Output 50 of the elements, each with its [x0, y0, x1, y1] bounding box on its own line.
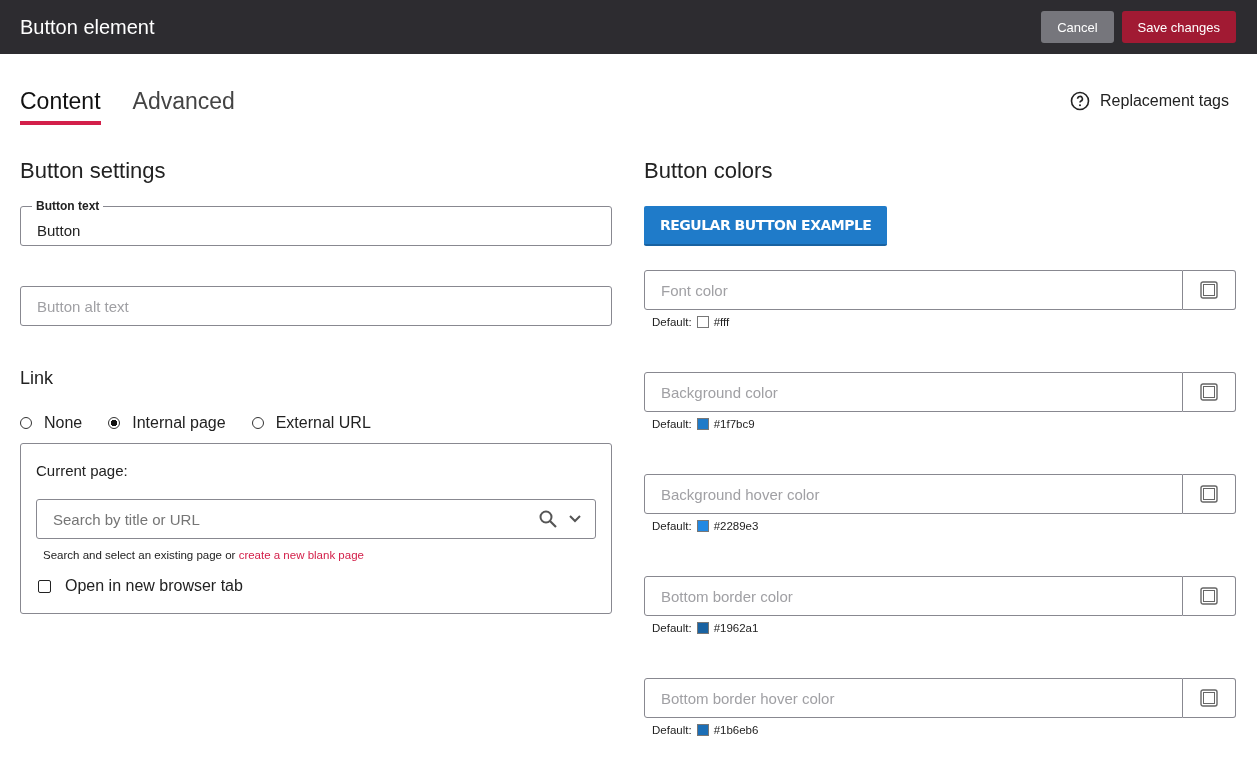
color-field[interactable]: Background color — [644, 372, 1183, 412]
link-option[interactable]: None — [20, 414, 83, 432]
color-picker-button[interactable] — [1183, 474, 1236, 514]
new-tab-option[interactable]: Open in new browser tab — [36, 577, 596, 595]
default-value: #1b6eb6 — [713, 724, 759, 736]
default-label: Default: — [652, 316, 692, 328]
checkbox[interactable] — [38, 579, 51, 593]
page-search-field[interactable]: Search by title or URL — [36, 499, 596, 539]
default-value: #2289e3 — [713, 520, 759, 532]
default-label: Default: — [652, 520, 692, 532]
section-heading: Button colors — [644, 158, 774, 184]
color-field[interactable]: Bottom border color — [644, 576, 1183, 616]
help-icon — [1070, 91, 1091, 111]
color-field[interactable]: Bottom border hover color — [644, 678, 1183, 718]
chevron-down-icon — [568, 514, 582, 524]
header-button[interactable]: Cancel — [1041, 11, 1114, 43]
default-value: #1f7bc9 — [713, 418, 755, 430]
default-label: Default: — [652, 622, 692, 634]
search-hint: Search and select an existing page or create a new blank page — [43, 549, 365, 561]
header-button[interactable]: Save changes — [1121, 11, 1236, 43]
square-icon — [1200, 383, 1218, 401]
link-option[interactable]: External URL — [251, 414, 371, 432]
section-heading: Button settings — [20, 158, 167, 184]
window-title: Button element — [20, 15, 155, 39]
replacement-tags-link[interactable]: Replacement tags — [1070, 91, 1229, 111]
field-label: Button text — [32, 199, 104, 213]
alt-text-field[interactable]: Button alt text — [20, 286, 612, 326]
tab[interactable]: Advanced — [132, 88, 235, 125]
square-icon — [1200, 587, 1218, 605]
create-page-link[interactable]: create a new blank page — [238, 549, 364, 561]
color-field[interactable]: Background hover color — [644, 474, 1183, 514]
default-label: Default: — [652, 418, 692, 430]
search-icon — [538, 509, 558, 529]
default-label: Default: — [652, 724, 692, 736]
square-icon — [1200, 281, 1218, 299]
color-picker-button[interactable] — [1183, 372, 1236, 412]
tab[interactable]: Content — [20, 88, 101, 125]
link-heading: Link — [20, 368, 55, 389]
current-page-label: Current page: — [36, 462, 129, 479]
square-icon — [1200, 485, 1218, 503]
square-icon — [1200, 689, 1218, 707]
color-picker-button[interactable] — [1183, 678, 1236, 718]
example-button[interactable]: REGULAR BUTTON EXAMPLE — [644, 206, 888, 246]
color-picker-button[interactable] — [1183, 270, 1236, 310]
radio-button[interactable] — [108, 417, 121, 429]
link-option[interactable]: Internal page — [108, 414, 226, 432]
default-value: #1962a1 — [713, 622, 759, 634]
color-picker-button[interactable] — [1183, 576, 1236, 616]
color-field[interactable]: Font color — [644, 270, 1183, 310]
default-value: #fff — [713, 316, 730, 328]
